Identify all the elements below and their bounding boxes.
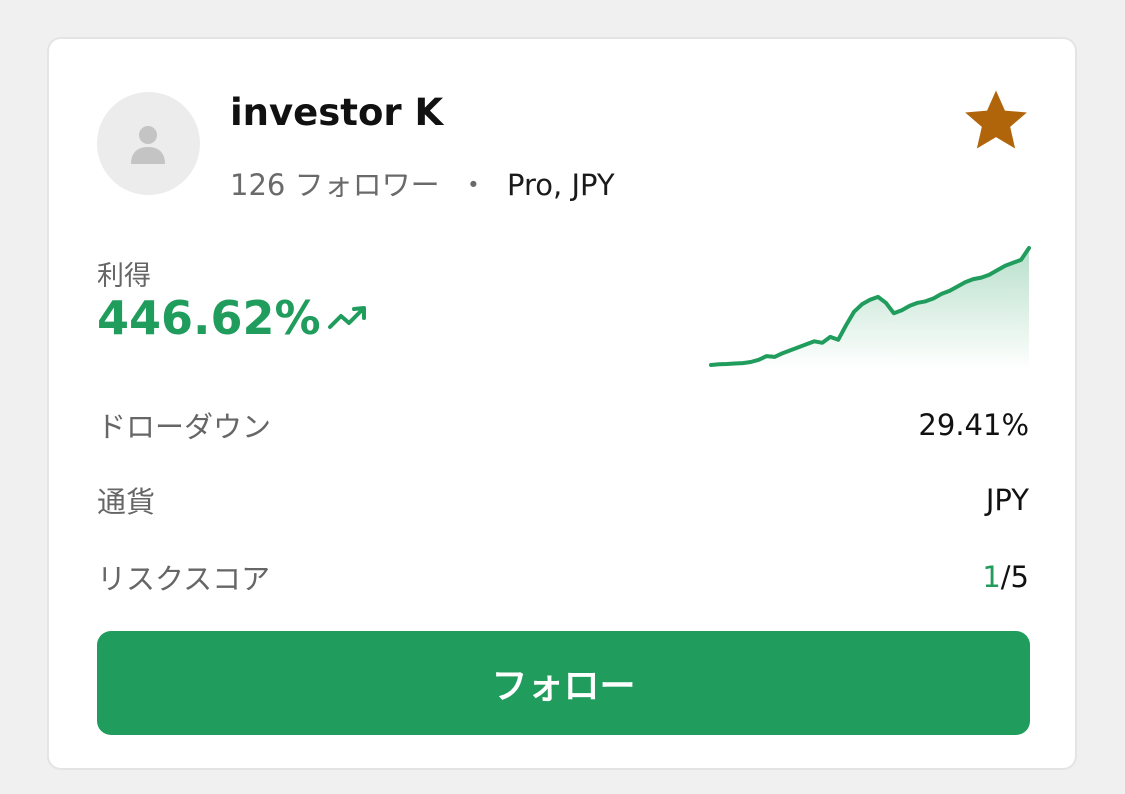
risk-score: 1 (982, 560, 1001, 594)
risk-label: リスクスコア (97, 562, 271, 596)
drawdown-value: 29.41% (918, 408, 1029, 442)
user-placeholder-icon (131, 126, 165, 164)
profit-label: 利得 (97, 261, 151, 292)
currency-label: 通貨 (97, 485, 156, 519)
sparkline-area (711, 248, 1029, 369)
avatar (97, 92, 200, 195)
followers-label: フォロワー (294, 168, 440, 202)
risk-max: /5 (1000, 560, 1029, 594)
profit-value: 446.62% (97, 291, 321, 345)
follow-button[interactable]: フォロー (97, 631, 1030, 735)
currency-value: JPY (985, 483, 1029, 517)
stat-row-currency: 通貨 JPY (97, 479, 1029, 521)
followers-count: 126 (230, 168, 286, 202)
stat-row-drawdown: ドローダウン 29.41% (97, 404, 1029, 446)
trader-name[interactable]: investor K (230, 91, 443, 134)
profit-sparkline (709, 246, 1031, 369)
stat-row-risk: リスクスコア 1/5 (97, 556, 1029, 598)
trending-up-icon (327, 306, 366, 329)
trader-card[interactable]: investor K 126 フォロワー ・ Pro, JPY 利得 446.6… (47, 37, 1077, 770)
meta-separator: ・ (458, 168, 488, 202)
drawdown-label: ドローダウン (97, 410, 272, 444)
trader-meta: 126 フォロワー ・ Pro, JPY (230, 162, 615, 204)
star-icon[interactable] (959, 85, 1033, 159)
plan-currency: Pro, JPY (507, 168, 615, 202)
risk-value: 1/5 (982, 560, 1029, 594)
profit-value-row: 446.62% (97, 291, 369, 345)
